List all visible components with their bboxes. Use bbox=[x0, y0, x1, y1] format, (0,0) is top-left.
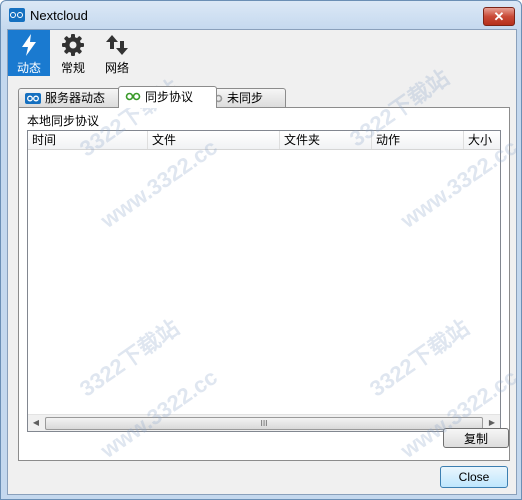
horizontal-scrollbar[interactable]: ◀ III ▶ bbox=[28, 414, 500, 431]
sync-protocol-icon bbox=[125, 92, 141, 101]
nextcloud-logo-icon bbox=[9, 8, 25, 22]
toolbar-general-label: 常规 bbox=[60, 61, 85, 75]
tab-server-activity-label: 服务器动态 bbox=[45, 91, 106, 105]
column-header-folder[interactable]: 文件夹 bbox=[280, 131, 372, 149]
column-header-size[interactable]: 大小 bbox=[464, 131, 500, 149]
toolbar-general-button[interactable]: 常规 bbox=[52, 30, 94, 76]
scrollbar-thumb[interactable]: III bbox=[45, 417, 483, 430]
column-header-file[interactable]: 文件 bbox=[148, 131, 280, 149]
tab-not-synced-label: 未同步 bbox=[227, 91, 264, 105]
column-header-action[interactable]: 动作 bbox=[372, 131, 464, 149]
scroll-left-arrow-icon[interactable]: ◀ bbox=[28, 415, 44, 431]
tab-sync-protocol[interactable]: 同步协议 bbox=[118, 86, 217, 108]
window-close-button[interactable]: ✕ bbox=[483, 7, 515, 26]
close-button[interactable]: Close bbox=[440, 466, 508, 488]
app-window: Nextcloud ✕ 动态 常规 网络 服务器动态 同步协议 未同步 本地同步… bbox=[0, 0, 522, 500]
toolbar-network-button[interactable]: 网络 bbox=[96, 30, 138, 76]
title-bar: Nextcloud ✕ bbox=[1, 1, 521, 29]
toolbar: 动态 常规 网络 bbox=[8, 30, 516, 78]
table-header: 时间 文件 文件夹 动作 大小 bbox=[28, 131, 500, 150]
toolbar-activity-label: 动态 bbox=[16, 61, 41, 75]
client-area: 动态 常规 网络 服务器动态 同步协议 未同步 本地同步协议 时间 文件 文件夹… bbox=[7, 29, 517, 495]
copy-button[interactable]: 复制 bbox=[443, 428, 509, 448]
toolbar-activity-button[interactable]: 动态 bbox=[8, 30, 50, 76]
local-sync-protocol-label: 本地同步协议 bbox=[27, 114, 100, 128]
tab-sync-protocol-label: 同步协议 bbox=[145, 90, 194, 104]
window-title: Nextcloud bbox=[30, 8, 88, 23]
sync-log-table[interactable]: 时间 文件 文件夹 动作 大小 ◀ III ▶ bbox=[27, 130, 501, 432]
tab-strip: 服务器动态 同步协议 未同步 bbox=[18, 86, 508, 108]
lightning-icon bbox=[22, 34, 36, 56]
toolbar-network-label: 网络 bbox=[104, 61, 129, 75]
nextcloud-icon bbox=[25, 93, 41, 104]
column-header-time[interactable]: 时间 bbox=[28, 131, 148, 149]
gear-icon bbox=[62, 34, 84, 56]
network-arrows-icon bbox=[106, 35, 128, 55]
sync-protocol-panel: 本地同步协议 时间 文件 文件夹 动作 大小 ◀ III ▶ 复制 bbox=[18, 107, 510, 461]
